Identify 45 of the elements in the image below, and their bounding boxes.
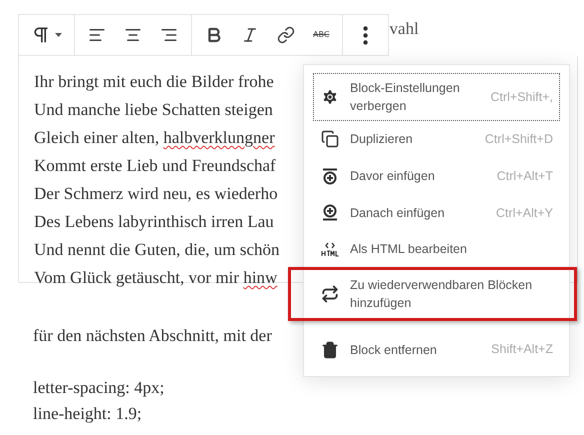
menu-item[interactable]: Block entfernen Shift+Alt+Z bbox=[313, 331, 560, 368]
shortcut-text: Shift+Alt+Z bbox=[491, 341, 553, 358]
menu-item[interactable]: Danach einfügen Ctrl+Alt+Y bbox=[313, 194, 560, 232]
shortcut-text: Ctrl+Alt+Y bbox=[496, 204, 553, 222]
reusable-block-icon bbox=[321, 285, 339, 304]
menu-item-label: Zu wiederverwendbaren Blöcken hinzufügen bbox=[350, 277, 534, 312]
poem-line: Und manche liebe Schatten steigen bbox=[34, 99, 273, 121]
menu-item-label: Als HTML bearbeiten bbox=[350, 241, 468, 258]
shortcut-text: Ctrl+Alt+T bbox=[496, 168, 553, 185]
poem-line: Ihr bringt mit euch die Bilder frohe bbox=[34, 71, 274, 93]
align-right-icon bbox=[160, 26, 178, 44]
strikethrough-button[interactable]: ABC bbox=[304, 15, 338, 55]
italic-icon bbox=[241, 26, 259, 44]
poem-line: Kommt erste Lieb und Freundschaf bbox=[34, 155, 276, 177]
css-line: line-height: 1.9; bbox=[33, 403, 142, 425]
menu-item[interactable]: Duplizieren Ctrl+Shift+D bbox=[313, 121, 560, 158]
menu-item-label: Block-Einstellungen verbergen bbox=[350, 80, 461, 115]
menu-item-label: Duplizieren bbox=[350, 131, 414, 148]
menu-item-label: Block entfernen bbox=[350, 342, 438, 359]
menu-item[interactable]: Block-Einstellungen verbergen Ctrl+Shift+, bbox=[313, 73, 560, 121]
menu-item-label: Danach einfügen bbox=[350, 204, 446, 222]
align-center-icon bbox=[124, 26, 142, 44]
menu-item[interactable]: Als HTML bearbeiten bbox=[313, 231, 560, 268]
text-line: vahl bbox=[389, 20, 419, 37]
shortcut-text: Ctrl+Shift+, bbox=[490, 88, 553, 106]
link-icon bbox=[277, 26, 295, 44]
trash-icon bbox=[321, 340, 339, 359]
settings-icon bbox=[321, 88, 339, 106]
insert-after-icon bbox=[322, 204, 338, 222]
html-icon bbox=[321, 241, 339, 258]
duplicate-icon bbox=[321, 130, 339, 148]
shortcut-text: Ctrl+Shift+D bbox=[484, 131, 553, 148]
poem-line: Der Schmerz wird neu, es wiederho bbox=[34, 183, 278, 205]
menu-item[interactable]: Davor einfügen Ctrl+Alt+T bbox=[313, 158, 560, 194]
menu-item[interactable]: Zu wiederverwendbaren Blöcken hinzufügen bbox=[313, 270, 560, 318]
poem-line: Vom Glück getäuscht, vor mir hinw bbox=[34, 267, 278, 289]
poem-line: Und nennt die Guten, die, um schön bbox=[34, 239, 280, 261]
poem-line: Gleich einer alten, halbverklungner bbox=[34, 127, 275, 149]
insert-before-icon bbox=[322, 168, 338, 185]
css-line: letter-spacing: 4px; bbox=[33, 377, 164, 399]
poem-line: Des Lebens labyrinthisch irren Lau bbox=[34, 211, 274, 233]
menu-item-label: Davor einfügen bbox=[350, 168, 436, 186]
paragraph-text: für den nächsten Abschnitt, mit der bbox=[33, 325, 272, 347]
align-left-icon bbox=[88, 26, 106, 44]
more-options-icon bbox=[363, 26, 368, 44]
